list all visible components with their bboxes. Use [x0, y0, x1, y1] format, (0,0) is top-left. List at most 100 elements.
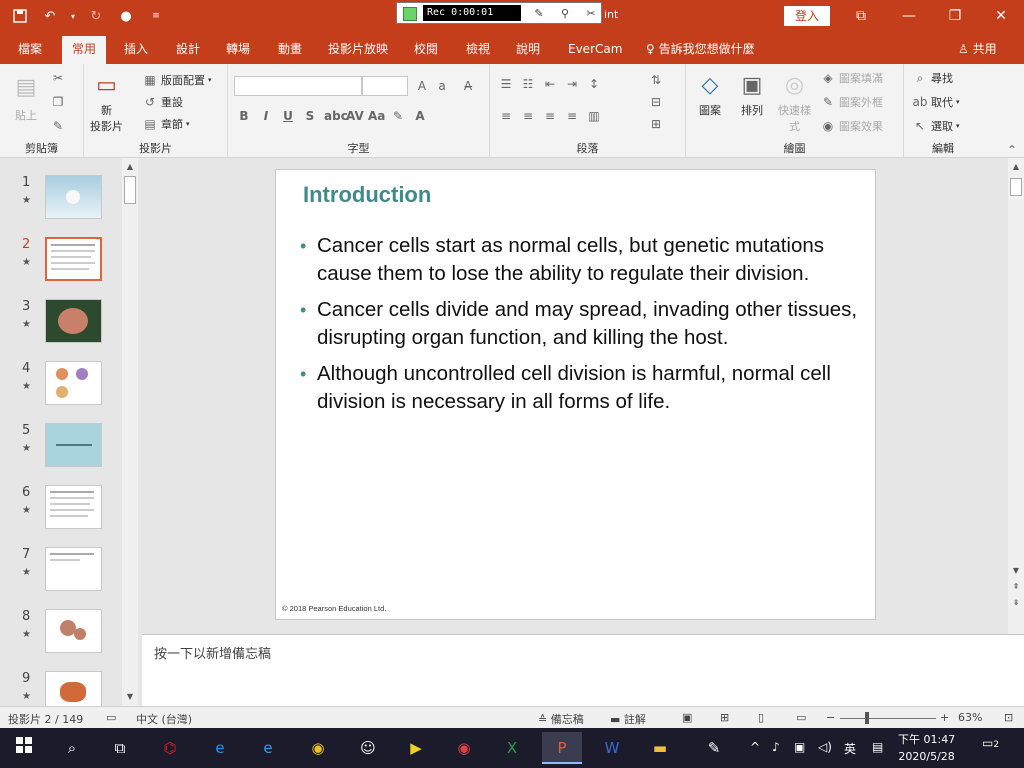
spelling-icon[interactable]: ▭ [106, 711, 116, 724]
redo-icon[interactable]: ↻ [84, 4, 108, 28]
slide-body[interactable]: Cancer cells start as normal cells, but … [300, 232, 860, 424]
windows-start-icon[interactable] [4, 732, 44, 764]
copy-button[interactable]: ❐ [50, 94, 66, 110]
shrink-font-button[interactable]: a [434, 78, 450, 94]
zoom-level[interactable]: 63% [958, 711, 982, 724]
ime-mode-icon[interactable]: ▤ [872, 740, 883, 754]
minimize-icon[interactable]: — [894, 4, 924, 28]
system-clock[interactable]: 下午 01:47 2020/5/28 [898, 731, 955, 765]
notes-pane[interactable]: 按一下以新增備忘稿 [142, 634, 1024, 706]
underline-icon[interactable]: U [280, 108, 296, 124]
slide-thumbnail[interactable]: 5 ★ [0, 423, 122, 485]
scrollbar-thumb[interactable] [1010, 178, 1022, 196]
zoom-slider-thumb[interactable] [865, 712, 869, 724]
recorder-icon[interactable]: ◉ [444, 732, 484, 764]
shadow-icon[interactable]: S [302, 108, 318, 124]
save-icon[interactable] [8, 4, 32, 28]
edge-icon[interactable]: e [248, 732, 288, 764]
share-button[interactable]: ♙ 共用 [954, 38, 1001, 64]
section-button[interactable]: ▤ 章節 ▾ [142, 116, 189, 132]
scroll-down-icon[interactable]: ▼ [1008, 564, 1024, 578]
cut-button[interactable]: ✂ [50, 70, 66, 86]
new-slide-button[interactable]: ▭ 新 投影片 [90, 70, 123, 134]
arrange-button[interactable]: ▣ 排列 [736, 70, 768, 118]
pen-icon[interactable]: ✎ [531, 6, 547, 22]
tab-transitions[interactable]: 轉場 [222, 38, 254, 64]
tab-insert[interactable]: 插入 [120, 38, 152, 64]
numbering-icon[interactable]: ☷ [520, 76, 536, 92]
decrease-indent-icon[interactable]: ⇤ [542, 76, 558, 92]
ribbon-display-options-icon[interactable]: ⧉ [846, 4, 876, 28]
tab-design[interactable]: 設計 [172, 38, 204, 64]
spacing-icon[interactable]: AV [346, 108, 364, 124]
search-icon[interactable]: ⌕ [52, 732, 92, 764]
increase-indent-icon[interactable]: ⇥ [564, 76, 580, 92]
notification-center-icon[interactable]: ▭2 [982, 736, 999, 750]
justify-icon[interactable]: ≡ [564, 108, 580, 124]
tab-review[interactable]: 校閱 [410, 38, 442, 64]
reading-view-icon[interactable]: ▯ [758, 711, 764, 724]
tell-me-search[interactable]: ♀ 告訴我您想做什麼 [642, 38, 759, 64]
change-case-icon[interactable]: Aa [368, 108, 385, 124]
previous-slide-icon[interactable]: ⇞ [1008, 580, 1024, 594]
current-slide[interactable]: Introduction Cancer cells start as norma… [275, 169, 876, 620]
line-spacing-icon[interactable]: ↕ [586, 76, 602, 92]
align-left-icon[interactable]: ≡ [498, 108, 514, 124]
chrome-icon[interactable]: ◉ [298, 732, 338, 764]
show-hidden-icons-icon[interactable]: ^ [750, 740, 760, 754]
tab-home[interactable]: 常用 [62, 36, 107, 64]
font-color-icon[interactable]: A [412, 108, 428, 124]
slideshow-view-icon[interactable]: ▭ [796, 711, 806, 724]
cut-icon[interactable]: ✂ [583, 6, 599, 22]
present-icon[interactable]: ● [114, 4, 138, 28]
ime-indicator[interactable]: 英 [844, 740, 856, 757]
undo-dropdown-icon[interactable]: ▾ [68, 4, 78, 28]
font-name-box[interactable] [234, 76, 362, 96]
bullets-icon[interactable]: ☰ [498, 76, 514, 92]
zoom-in-icon[interactable]: + [940, 711, 949, 724]
powerpoint-icon[interactable]: P [542, 732, 582, 764]
scroll-up-icon[interactable]: ▲ [122, 160, 138, 174]
file-explorer-icon[interactable]: ▬ [640, 732, 680, 764]
thumbnail-scrollbar[interactable]: ▲ ▼ [122, 158, 138, 706]
scroll-up-icon[interactable]: ▲ [1008, 160, 1024, 174]
tab-help[interactable]: 說明 [512, 38, 544, 64]
strikethrough-icon[interactable]: abc [324, 108, 348, 124]
align-center-icon[interactable]: ≡ [520, 108, 536, 124]
task-view-icon[interactable]: ⧉ [100, 732, 140, 764]
tab-view[interactable]: 檢視 [462, 38, 494, 64]
word-icon[interactable]: W [592, 732, 632, 764]
restore-icon[interactable]: ❐ [940, 4, 970, 28]
highlight-icon[interactable]: ✎ [390, 108, 406, 124]
align-right-icon[interactable]: ≡ [542, 108, 558, 124]
record-status-icon[interactable] [403, 7, 417, 21]
player-icon[interactable]: ▶ [396, 732, 436, 764]
format-painter-button[interactable]: ✎ [50, 118, 66, 134]
find-button[interactable]: ⌕ 尋找 [912, 70, 953, 86]
slide-thumbnail[interactable]: 2 ★ [0, 237, 122, 299]
italic-icon[interactable]: I [258, 108, 274, 124]
pen-tool-icon[interactable]: ✎ [694, 732, 734, 764]
zoom-out-icon[interactable]: − [826, 711, 835, 724]
slide-thumbnail[interactable]: 1 ★ [0, 175, 122, 237]
signin-button[interactable]: 登入 [784, 6, 830, 26]
link-icon[interactable]: ⚲ [557, 6, 573, 22]
normal-view-icon[interactable]: ▣ [682, 711, 692, 724]
comments-button[interactable]: ▬ 註解 [610, 711, 646, 727]
slide-title[interactable]: Introduction [303, 182, 431, 208]
language-status[interactable]: 中文 (台灣) [136, 711, 192, 727]
scrollbar-thumb[interactable] [124, 176, 136, 204]
shape-effects-button[interactable]: ◉ 圖案效果 [820, 118, 883, 134]
tab-slideshow[interactable]: 投影片放映 [324, 38, 392, 64]
app-icon[interactable]: ☺ [348, 732, 388, 764]
slide-thumbnail[interactable]: 4 ★ [0, 361, 122, 423]
layout-button[interactable]: ▦ 版面配置 ▾ [142, 72, 211, 88]
slide-thumbnail[interactable]: 7 ★ [0, 547, 122, 609]
select-button[interactable]: ↖ 選取 ▾ [912, 118, 960, 134]
shape-fill-button[interactable]: ◈ 圖案填滿 [820, 70, 883, 86]
clear-format-button[interactable]: A̶ [460, 78, 476, 94]
font-size-box[interactable] [362, 76, 408, 96]
shapes-button[interactable]: ◇ 圖案 [694, 70, 726, 118]
acrobat-icon[interactable]: ⌬ [150, 732, 190, 764]
slide-scrollbar[interactable]: ▲ ▼ ⇞ ⇟ [1008, 158, 1024, 634]
